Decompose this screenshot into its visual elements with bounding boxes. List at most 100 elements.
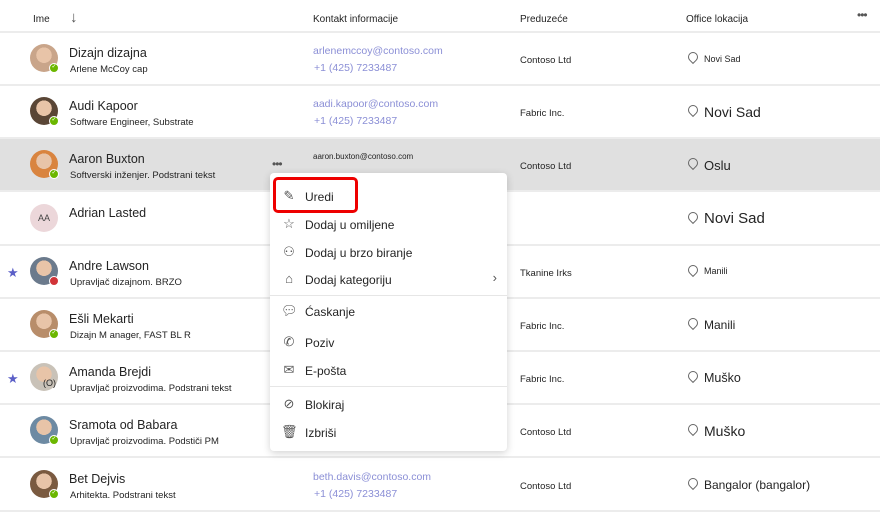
favorite-star-icon[interactable]: ★ [7, 265, 19, 281]
company: Fabric Inc. [520, 374, 565, 386]
menu-item-label: Blokiraj [305, 398, 345, 412]
office-location: Manili [704, 318, 736, 332]
menu-item-chat[interactable]: 💬︎ Ćaskanje [270, 298, 507, 324]
company: Fabric Inc. [520, 321, 565, 332]
sort-arrow-down-icon[interactable]: ↓ [70, 9, 78, 26]
status-available-icon: ✓ [49, 488, 59, 499]
menu-item-star-add[interactable]: ☆ Dodaj u omiljene [270, 211, 507, 237]
trash-icon: 🗑︎ [281, 424, 298, 439]
office-location: Muško [704, 423, 746, 440]
contact-name[interactable]: Dizajn dizajna [69, 46, 147, 60]
menu-item-label: Dodaj u brzo biranje [305, 246, 413, 260]
status-available-icon: ✓ [49, 63, 59, 73]
more-options-icon[interactable]: ••• [857, 8, 868, 22]
menu-divider [270, 386, 507, 387]
email-link[interactable]: beth.davis@contoso.com [313, 471, 431, 483]
column-header-company[interactable]: Preduzeće [520, 14, 568, 25]
contact-title: Upravljač proizvodima. Podstrani tekst [70, 383, 232, 395]
company: Fabric Inc. [520, 108, 565, 120]
menu-item-label: Izbriši [305, 426, 337, 440]
menu-item-tag[interactable]: ⌂ Dodaj kategoriju › [270, 266, 507, 292]
contact-title: Dizajn M anager, FAST BL R [70, 330, 191, 341]
status-out-of-office: (O) [43, 378, 56, 389]
phone-link[interactable]: +1 (425) 7233487 [314, 115, 397, 127]
company: Contoso Ltd [520, 480, 572, 492]
menu-item-block[interactable]: ⊘ Blokiraj [270, 391, 507, 417]
column-header-contact[interactable]: Kontakt informacije [313, 14, 398, 25]
column-header-location[interactable]: Office lokacija [686, 14, 748, 25]
status-available-icon: ✓ [49, 116, 59, 127]
person-add-icon: ⚇ [283, 244, 295, 259]
contact-title: Upravljač proizvodima. Podstiči PM [70, 436, 219, 448]
contact-name[interactable]: Sramota od Babara [69, 418, 177, 432]
company: Contoso Ltd [520, 161, 572, 173]
contact-title: Arlene McCoy cap [70, 64, 148, 75]
contact-title: Arhitekta. Podstrani tekst [70, 489, 176, 501]
menu-item-label: Dodaj u omiljene [305, 218, 395, 232]
office-location: Muško [704, 370, 741, 385]
phone-link[interactable]: +1 (425) 7233487 [314, 62, 397, 74]
email-link[interactable]: aaron.buxton@contoso.com [313, 152, 413, 161]
table-row[interactable]: ✓ Dizajn dizajna Arlene McCoy cap arlenemcc… [0, 33, 880, 86]
phone-link[interactable]: +1 (425) 7233487 [314, 488, 397, 500]
location-pin-icon [685, 103, 701, 118]
menu-item-label: Ćaskanje [305, 305, 356, 319]
office-location: Novi Sad [704, 210, 765, 228]
menu-item-trash[interactable]: 🗑︎ Izbriši [270, 419, 507, 445]
contact-name[interactable]: Bet Dejvis [69, 472, 125, 486]
email-link[interactable]: arlenemccoy@contoso.com [313, 45, 443, 57]
status-available-icon: ✓ [49, 169, 59, 180]
location-pin-icon [685, 262, 701, 277]
location-pin-icon [685, 369, 701, 384]
location-pin-icon [685, 475, 701, 490]
office-location: Bangalor (bangalor) [704, 477, 811, 492]
company: Contoso Ltd [520, 427, 572, 439]
table-row[interactable]: ✓ Audi Kapoor Software Engineer, Substrate… [0, 86, 880, 140]
table-header: Ime ↓ Kontakt informacije Preduzeće Offi… [0, 0, 880, 33]
location-pin-icon [685, 209, 701, 224]
company: Tkanine Irks [520, 267, 572, 279]
favorite-star-icon[interactable]: ★ [7, 371, 19, 387]
table-row[interactable]: ✓ Bet Dejvis Arhitekta. Podstrani tekst bet… [0, 459, 880, 512]
location-pin-icon [685, 49, 701, 65]
office-location: Novi Sad [704, 104, 761, 121]
chevron-right-icon: › [492, 270, 497, 285]
email-link[interactable]: aadi.kapoor@contoso.com [313, 98, 438, 110]
contact-name[interactable]: Ešli Mekarti [69, 312, 134, 326]
company: Contoso Ltd [520, 55, 572, 66]
highlight-box [273, 177, 358, 213]
phone-icon: ✆ [283, 334, 295, 349]
menu-item-label: Poziv [305, 336, 335, 350]
status-available-icon: ✓ [49, 435, 59, 446]
office-location: Oslu [704, 157, 731, 173]
block-icon: ⊘ [283, 396, 295, 411]
menu-item-label: Dodaj kategoriju [305, 273, 392, 287]
contact-name[interactable]: Amanda Brejdi [69, 365, 151, 379]
location-pin-icon [685, 315, 701, 331]
mail-icon: ✉ [283, 362, 295, 377]
office-location: Novi Sad [704, 53, 741, 64]
status-available-icon: ✓ [49, 329, 59, 339]
location-pin-icon [685, 422, 701, 437]
contact-title: Upravljač dizajnom. BRZO [70, 276, 182, 288]
menu-item-person-add[interactable]: ⚇ Dodaj u brzo biranje [270, 239, 507, 265]
row-more-button[interactable]: ••• [272, 157, 283, 171]
menu-item-mail[interactable]: ✉ E-pošta [270, 357, 507, 383]
location-pin-icon [685, 156, 701, 171]
menu-item-label: E-pošta [305, 364, 347, 378]
contact-title: Softverski inženjer. Podstrani tekst [70, 170, 216, 182]
tag-icon: ⌂ [285, 271, 293, 286]
menu-divider [270, 295, 507, 296]
chat-icon: 💬︎ [281, 303, 298, 318]
context-menu: ✎ Uredi ☆ Dodaj u omiljene ⚇ Dodaj u brzo bir… [270, 173, 507, 451]
column-header-name[interactable]: Ime [33, 14, 50, 25]
star-add-icon: ☆ [283, 216, 295, 231]
status-busy-icon [49, 275, 59, 286]
contact-name[interactable]: Aaron Buxton [69, 152, 145, 166]
contact-name[interactable]: Andre Lawson [69, 259, 149, 273]
avatar[interactable]: AA [30, 203, 58, 232]
menu-item-phone[interactable]: ✆ Poziv [270, 329, 507, 355]
contact-name[interactable]: Audi Kapoor [69, 99, 138, 113]
contact-name[interactable]: Adrian Lasted [69, 206, 146, 220]
office-location: Manili [704, 266, 728, 277]
